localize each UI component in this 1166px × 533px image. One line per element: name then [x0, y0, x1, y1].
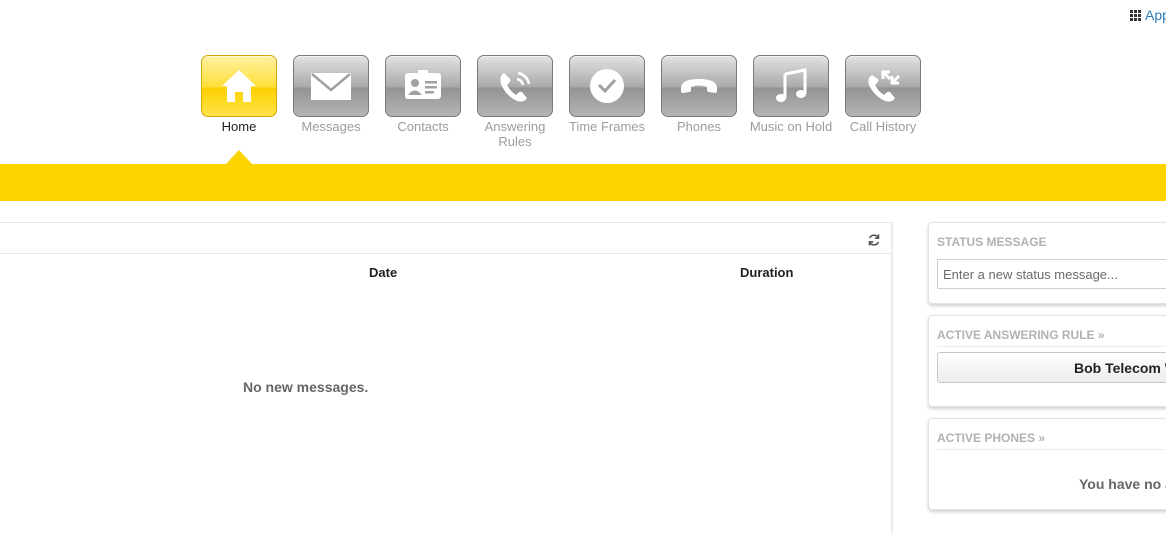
card-divider	[937, 449, 1166, 450]
active-answering-rule-card: ACTIVE ANSWERING RULE » Bob Telecom W	[928, 315, 1166, 407]
active-answering-rule-title-text: ACTIVE ANSWERING RULE	[937, 328, 1095, 342]
refresh-icon[interactable]	[867, 233, 881, 247]
nav-item-messages[interactable]: Messages	[293, 55, 369, 149]
messages-panel: Date Duration No new messages.	[0, 222, 892, 533]
grid-icon	[1130, 9, 1141, 21]
empty-messages-text: No new messages.	[243, 379, 369, 395]
nav-label-time-frames: Time Frames	[568, 119, 646, 134]
music-note-icon	[776, 68, 807, 102]
nav-button-messages[interactable]	[293, 55, 369, 117]
column-header-duration[interactable]: Duration	[740, 265, 793, 280]
nav-button-time-frames[interactable]	[569, 55, 645, 117]
nav-button-music-on-hold[interactable]	[753, 55, 829, 117]
status-message-card: STATUS MESSAGE	[928, 222, 1166, 304]
apps-label: Apps	[1145, 7, 1166, 23]
nav-label-contacts: Contacts	[397, 119, 449, 134]
double-chevron-right-icon: »	[1097, 328, 1105, 342]
nav-label-answering-rules: Answering Rules	[484, 119, 546, 149]
panel-toolbar	[0, 223, 891, 254]
column-header-date[interactable]: Date	[369, 265, 397, 280]
nav-label-music-on-hold: Music on Hold	[749, 119, 833, 134]
handset-icon	[681, 79, 717, 93]
active-phones-title[interactable]: ACTIVE PHONES »	[929, 419, 1166, 445]
active-answering-rule-title[interactable]: ACTIVE ANSWERING RULE »	[929, 316, 1166, 342]
nav-item-home[interactable]: Home	[201, 55, 277, 149]
nav-label-call-history: Call History	[849, 119, 917, 134]
accent-bar	[0, 164, 1166, 201]
active-rule-button[interactable]: Bob Telecom W	[937, 352, 1166, 383]
phone-ringing-icon	[500, 71, 531, 102]
call-history-icon	[868, 70, 901, 102]
active-phones-card: ACTIVE PHONES » You have no a	[928, 418, 1166, 510]
nav-button-call-history[interactable]	[845, 55, 921, 117]
nav-item-answering-rules[interactable]: Answering Rules	[477, 55, 553, 149]
double-chevron-right-icon: »	[1038, 431, 1046, 445]
nav-item-music-on-hold[interactable]: Music on Hold	[750, 55, 832, 149]
nav-button-home[interactable]	[201, 55, 277, 117]
clock-icon	[590, 69, 624, 103]
status-message-title: STATUS MESSAGE	[937, 235, 1047, 249]
status-message-input[interactable]	[937, 259, 1166, 289]
nav-button-answering-rules[interactable]	[477, 55, 553, 117]
contact-card-icon	[405, 70, 441, 99]
active-nav-pointer	[226, 150, 252, 164]
nav-label-phones: Phones	[676, 119, 722, 134]
nav-item-time-frames[interactable]: Time Frames	[569, 55, 645, 149]
nav-item-call-history[interactable]: Call History	[845, 55, 921, 149]
nav-label-messages: Messages	[301, 119, 361, 134]
active-phones-title-text: ACTIVE PHONES	[937, 431, 1036, 445]
nav-button-contacts[interactable]	[385, 55, 461, 117]
apps-link[interactable]: Apps	[1130, 7, 1166, 23]
no-active-phones-text: You have no a	[1079, 476, 1166, 492]
nav-item-phones[interactable]: Phones	[661, 55, 737, 149]
envelope-icon	[311, 73, 351, 100]
nav-label-home: Home	[221, 119, 257, 134]
home-icon	[222, 70, 256, 102]
card-divider	[937, 346, 1166, 347]
main-nav: Home Messages Contacts Answering Rules T…	[201, 55, 921, 149]
nav-button-phones[interactable]	[661, 55, 737, 117]
nav-item-contacts[interactable]: Contacts	[385, 55, 461, 149]
